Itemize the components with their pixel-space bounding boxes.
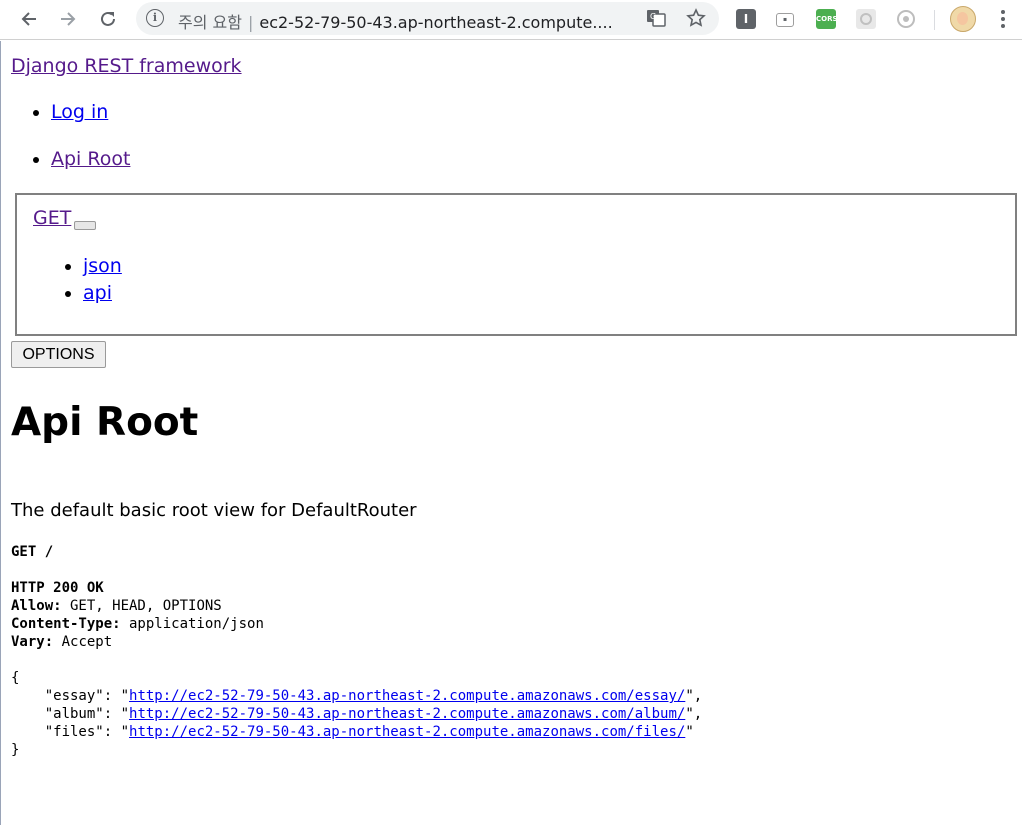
status-line: HTTP 200 OK [11, 580, 104, 596]
extension-gear-icon[interactable] [856, 9, 876, 29]
arrow-left-icon[interactable] [16, 6, 42, 32]
essay-url-link[interactable]: http://ec2-52-79-50-43.ap-northeast-2.co… [129, 688, 685, 704]
nav-item-login: Log in [51, 101, 130, 124]
login-link[interactable]: Log in [51, 101, 108, 123]
page-title: Api Root [11, 400, 199, 445]
format-item-api: api [83, 280, 122, 307]
json-close-brace: } [11, 742, 20, 758]
header-value-vary: Accept [53, 634, 113, 650]
star-icon[interactable] [683, 5, 709, 31]
extension-target-icon[interactable] [896, 9, 916, 29]
format-json-link[interactable]: json [83, 255, 122, 277]
json-suffix-essay: ", [685, 688, 703, 704]
format-item-json: json [83, 253, 122, 280]
format-list: json api [43, 253, 122, 307]
json-key-files: "files": " [11, 724, 130, 740]
toolbar-divider [934, 10, 935, 30]
json-open-brace: { [11, 670, 20, 686]
format-dropdown-button[interactable] [74, 221, 96, 230]
reload-icon[interactable] [95, 6, 121, 32]
header-name-allow: Allow: [11, 598, 62, 614]
header-value-allow: GET, HEAD, OPTIONS [61, 598, 222, 614]
get-link[interactable]: GET [33, 207, 71, 229]
address-bar[interactable]: i 주의 요함 | ec2-52-79-50-43.ap-northeast-2.c… [136, 2, 719, 35]
files-url-link[interactable]: http://ec2-52-79-50-43.ap-northeast-2.co… [129, 724, 685, 740]
json-key-essay: "essay": " [11, 688, 130, 704]
brand-link[interactable]: Django REST framework [11, 55, 242, 77]
extension-box-icon[interactable]: ▪ [776, 13, 794, 27]
profile-avatar[interactable] [950, 6, 976, 32]
extension-cors-icon[interactable]: CORS [816, 9, 838, 29]
header-value-content-type: application/json [120, 616, 264, 632]
api-root-breadcrumb-link[interactable]: Api Root [51, 148, 130, 170]
format-api-link[interactable]: api [83, 282, 112, 304]
navbar-list: Log in Api Root [11, 101, 130, 195]
info-icon[interactable]: i [146, 9, 164, 27]
extension-i-icon[interactable]: I [736, 9, 756, 29]
nav-item-api-root: Api Root [51, 148, 130, 171]
kebab-menu-icon[interactable] [993, 8, 1013, 30]
album-url-link[interactable]: http://ec2-52-79-50-43.ap-northeast-2.co… [129, 706, 685, 722]
header-name-vary: Vary: [11, 634, 54, 650]
url-text: ec2-52-79-50-43.ap-northeast-2.compute..… [259, 13, 613, 32]
url-display[interactable]: 주의 요함 | ec2-52-79-50-43.ap-northeast-2.com… [178, 9, 613, 33]
browser-toolbar: i 주의 요함 | ec2-52-79-50-43.ap-northeast-2.c… [0, 0, 1022, 40]
security-warning: 주의 요함 [178, 13, 242, 32]
request-line: GET / [11, 544, 54, 560]
json-suffix-album: ", [685, 706, 703, 722]
json-suffix-files: " [685, 724, 694, 740]
view-description: The default basic root view for DefaultR… [11, 500, 417, 521]
arrow-right-icon[interactable] [55, 6, 81, 32]
translate-icon[interactable]: G [643, 5, 669, 31]
response-block: GET / HTTP 200 OK Allow: GET, HEAD, OPTI… [11, 543, 702, 759]
svg-text:G: G [650, 12, 656, 21]
header-name-content-type: Content-Type: [11, 616, 121, 632]
request-form-box: GET json api [15, 193, 1017, 336]
json-key-album: "album": " [11, 706, 130, 722]
options-button[interactable]: OPTIONS [11, 341, 106, 368]
url-separator: | [247, 13, 254, 32]
page-content: Django REST framework Log in Api Root GE… [0, 41, 1022, 825]
